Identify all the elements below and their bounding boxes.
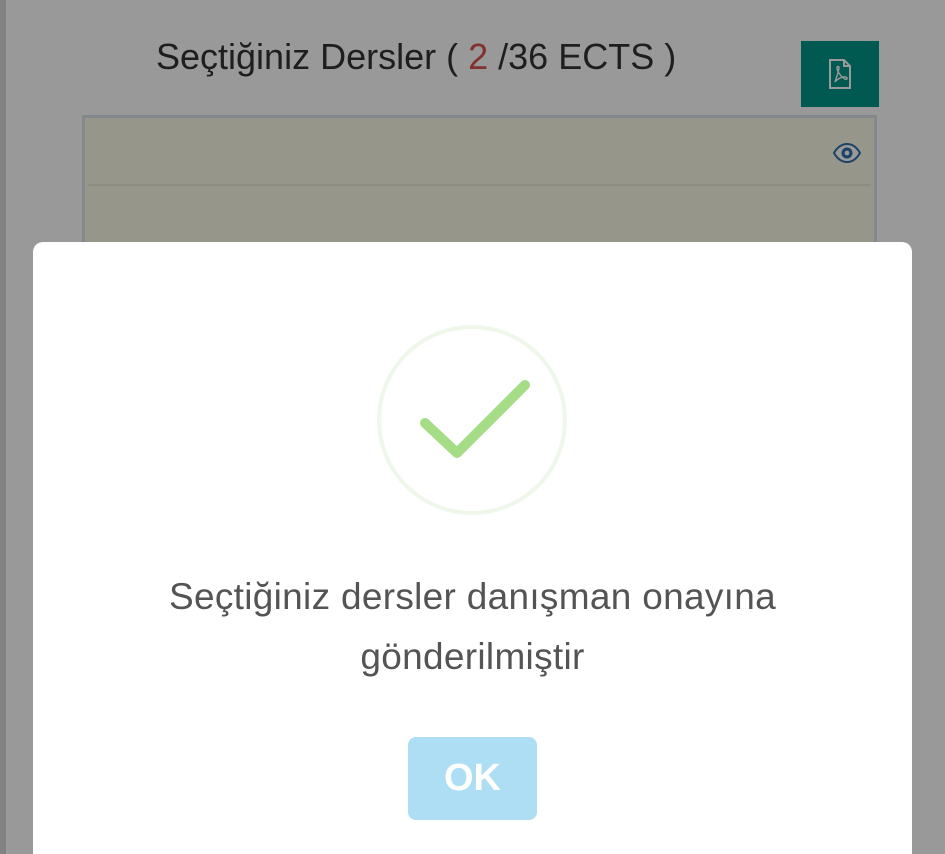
dialog-message-line1: Seçtiğiniz dersler danışman onayına: [169, 576, 776, 617]
dialog-message: Seçtiğiniz dersler danışman onayına gönd…: [73, 567, 872, 687]
dialog-message-line2: gönderilmiştir: [360, 636, 585, 677]
success-dialog: Seçtiğiniz dersler danışman onayına gönd…: [33, 242, 912, 854]
page: Seçtiğiniz Dersler ( 2 /36 ECTS ) Seçtiğ…: [0, 0, 945, 854]
success-check-icon: [377, 325, 567, 515]
ok-button[interactable]: OK: [408, 737, 537, 820]
